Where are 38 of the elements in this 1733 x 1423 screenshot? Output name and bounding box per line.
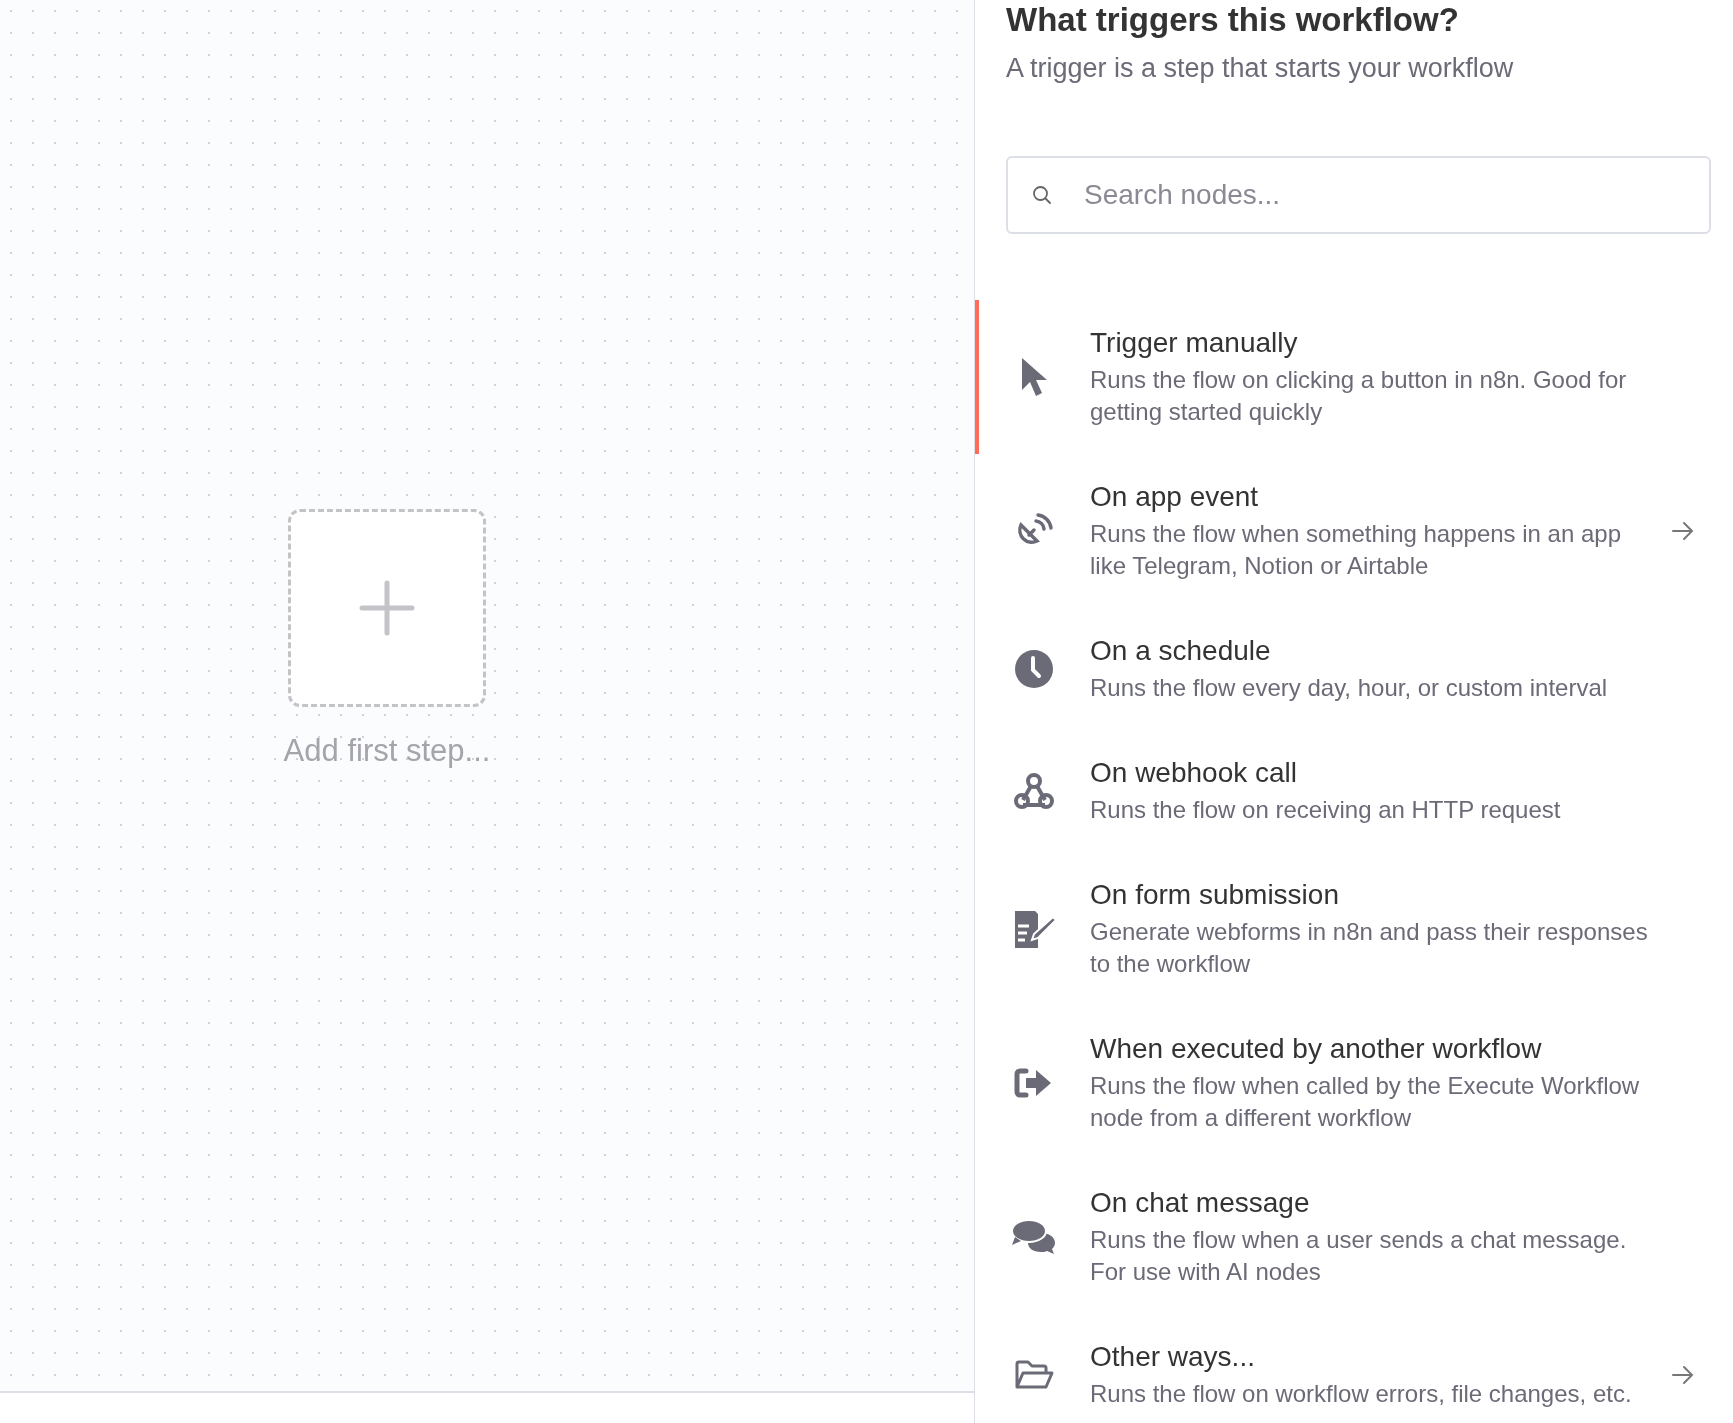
trigger-description: Runs the flow on receiving an HTTP request: [1090, 795, 1562, 825]
trigger-title: On form submission: [1090, 878, 1340, 912]
trigger-title: When executed by another workflow: [1090, 1032, 1543, 1066]
add-first-step-button[interactable]: [288, 509, 486, 707]
trigger-option[interactable]: On chat message Runs the flow when a user sends a chat message. For use with AI nodes: [975, 1160, 1733, 1314]
chat-bubbles-icon: [1011, 1219, 1057, 1255]
panel-subtitle: A trigger is a step that starts your workflow: [1006, 52, 1515, 84]
search-field[interactable]: Search nodes...: [1006, 156, 1711, 234]
trigger-option[interactable]: On app event Runs the flow when something happens in an app like Telegram, Notion or Airtable: [975, 454, 1733, 608]
trigger-option[interactable]: On form submission Generate webforms in n8n and pass their responses to the workflow: [975, 852, 1733, 1006]
trigger-description: Generate webforms in n8n and pass their responses to the workflow: [1090, 917, 1649, 979]
trigger-title: On webhook call: [1090, 756, 1298, 790]
webhook-icon: [1013, 771, 1055, 811]
trigger-title: On a schedule: [1090, 634, 1272, 668]
clock-icon: [1015, 650, 1053, 688]
trigger-description: Runs the flow when something happens in an app like Telegram, Notion or Airtable: [1090, 519, 1623, 581]
trigger-option[interactable]: Other ways... Runs the flow on workflow errors, file changes, etc.: [975, 1314, 1733, 1423]
panel-title: What triggers this workflow?: [1006, 0, 1460, 40]
arrow-right-icon: [1672, 1365, 1694, 1385]
trigger-title: Other ways...: [1090, 1340, 1256, 1374]
trigger-option[interactable]: Trigger manually Runs the flow on clicking a button in n8n. Good for getting started quickly: [975, 300, 1733, 454]
trigger-option[interactable]: On a schedule Runs the flow every day, hour, or custom interval: [975, 608, 1733, 730]
trigger-option[interactable]: When executed by another workflow Runs the flow when called by the Execute Workflow node from a different workflow: [975, 1006, 1733, 1160]
trigger-description: Runs the flow every day, hour, or custom interval: [1090, 673, 1609, 703]
folder-icon: [1014, 1359, 1054, 1391]
trigger-title: Trigger manually: [1090, 326, 1299, 360]
trigger-option[interactable]: On webhook call Runs the flow on receiving an HTTP request: [975, 730, 1733, 852]
trigger-title: On app event: [1090, 480, 1260, 514]
trigger-title: On chat message: [1090, 1186, 1311, 1220]
plus-icon: [359, 580, 415, 636]
add-first-step-label: Add first step...: [283, 733, 491, 769]
trigger-description: Runs the flow on workflow errors, file changes, etc.: [1090, 1379, 1633, 1409]
trigger-description: Runs the flow when called by the Execute Workflow node from a different workflow: [1090, 1071, 1641, 1133]
trigger-description: Runs the flow when a user sends a chat message. For use with AI nodes: [1090, 1225, 1628, 1287]
search-icon: [1032, 185, 1052, 205]
trigger-description: Runs the flow on clicking a button in n8n. Good for getting started quickly: [1090, 365, 1628, 427]
arrow-right-icon: [1672, 521, 1694, 541]
cursor-icon: [1020, 356, 1048, 398]
